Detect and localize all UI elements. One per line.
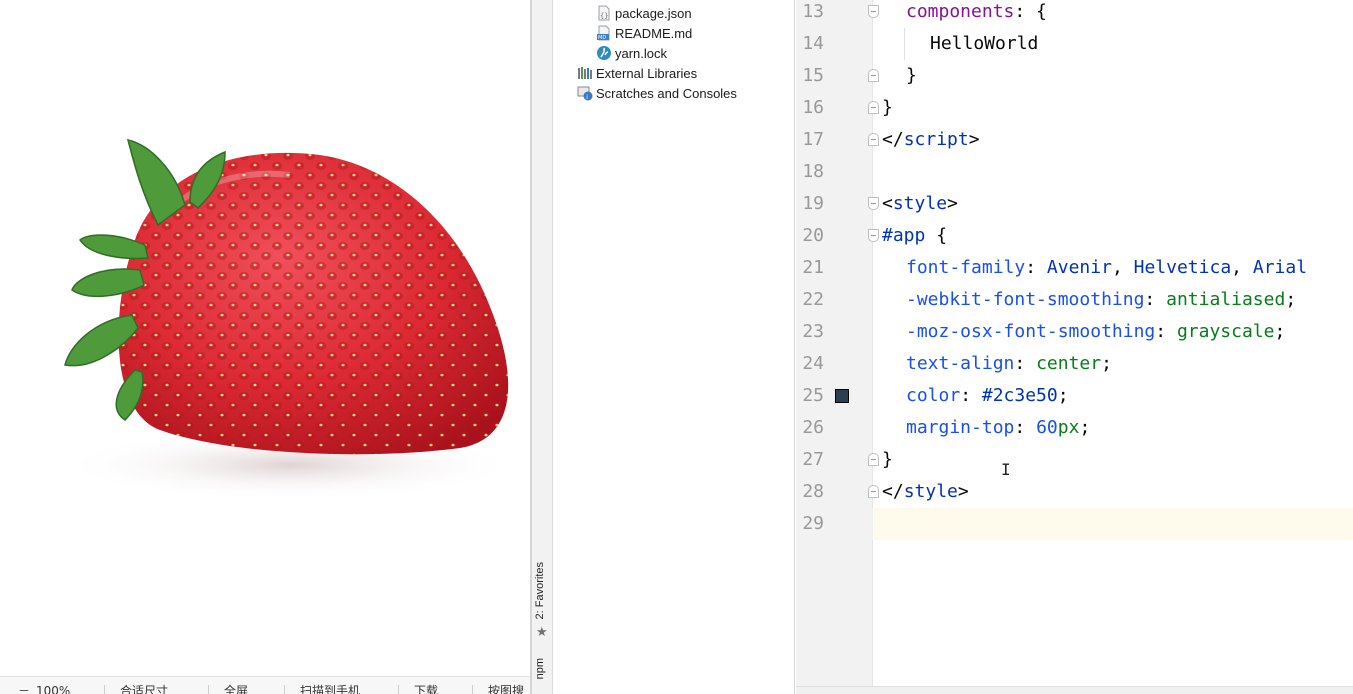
fullscreen-button[interactable]: 全屏: [224, 684, 248, 694]
favorites-tab[interactable]: 2: Favorites: [534, 562, 546, 619]
code-line-14: HelloWorld: [930, 33, 1039, 54]
color-swatch[interactable]: [835, 389, 849, 403]
code-line-22: -webkit-font-smoothing: antialiased;: [906, 289, 1297, 310]
tree-item-label: Scratches and Consoles: [596, 85, 737, 101]
line-number: 29: [802, 513, 824, 534]
line-number: 23: [802, 321, 824, 342]
tree-item-package-json[interactable]: {} package.json: [596, 3, 692, 23]
code-line-13: components: {: [906, 1, 1047, 22]
code-line-28: </style>: [882, 481, 969, 502]
line-number: 18: [802, 161, 824, 182]
tree-item-yarn-lock[interactable]: yarn.lock: [596, 43, 667, 63]
text-cursor-icon: I: [1001, 460, 1011, 479]
left-tool-stripe: 2: Favorites ★ npm: [532, 0, 553, 694]
star-icon[interactable]: ★: [536, 625, 548, 640]
code-line-17: </script>: [882, 129, 980, 150]
fit-size-button[interactable]: 合适尺寸: [120, 684, 168, 694]
tree-item-external-libraries[interactable]: External Libraries: [577, 63, 697, 83]
fold-marker-icon[interactable]: [868, 101, 879, 114]
fold-marker-icon[interactable]: [868, 197, 879, 210]
image-search-button[interactable]: 按图搜: [488, 684, 524, 694]
svg-text:MD: MD: [598, 35, 606, 41]
tree-item-label: package.json: [615, 5, 692, 21]
tree-item-readme[interactable]: MD README.md: [596, 23, 692, 43]
download-button[interactable]: 下载: [414, 684, 438, 694]
code-line-15: }: [906, 65, 917, 86]
strawberry-image: [60, 138, 520, 500]
code-line-20: #app {: [882, 225, 948, 246]
zoom-out-icon[interactable]: －: [18, 684, 30, 694]
line-gutter: 13 14 15 16 17 18 19 20 21 22 23 24 25 2…: [796, 0, 873, 686]
fold-marker-icon[interactable]: [868, 5, 879, 18]
code-line-27: }: [882, 449, 893, 470]
tree-item-label: README.md: [615, 25, 693, 41]
svg-text:{}: {}: [600, 12, 608, 20]
line-number: 19: [802, 193, 824, 214]
json-file-icon: {}: [596, 5, 612, 21]
code-editor[interactable]: 13 14 15 16 17 18 19 20 21 22 23 24 25 2…: [796, 0, 1353, 694]
line-number: 21: [802, 257, 824, 278]
current-line-highlight: [874, 508, 1353, 540]
zoom-level: 100%: [36, 684, 71, 694]
fold-marker-icon[interactable]: [868, 133, 879, 146]
line-number: 25: [802, 385, 824, 406]
code-line-19: <style>: [882, 193, 958, 214]
line-number: 24: [802, 353, 824, 374]
image-viewer: － 100% 合适尺寸 全屏 扫描到手机 下载 按图搜: [0, 0, 530, 694]
library-icon: [577, 65, 593, 81]
indent-guide: [904, 28, 905, 60]
npm-tab[interactable]: npm: [534, 658, 546, 679]
scratches-icon: i: [577, 85, 593, 101]
fold-marker-icon[interactable]: [868, 485, 879, 498]
tree-item-label: yarn.lock: [615, 45, 668, 61]
line-number: 22: [802, 289, 824, 310]
tree-item-scratches[interactable]: i Scratches and Consoles: [577, 83, 737, 103]
code-line-21: font-family: Avenir, Helvetica, Arial: [906, 257, 1308, 278]
code-line-26: margin-top: 60px;: [906, 417, 1091, 438]
viewer-toolbar: － 100% 合适尺寸 全屏 扫描到手机 下载 按图搜: [0, 676, 530, 694]
line-number: 17: [802, 129, 824, 150]
code-line-16: }: [882, 97, 893, 118]
line-number: 15: [802, 65, 824, 86]
project-tree: {} package.json MD README.md yarn.lock E…: [553, 0, 795, 694]
fold-marker-icon[interactable]: [868, 69, 879, 82]
line-number: 16: [802, 97, 824, 118]
line-number: 26: [802, 417, 824, 438]
horizontal-scrollbar[interactable]: [796, 686, 1353, 694]
fold-marker-icon[interactable]: [868, 453, 879, 466]
line-number: 27: [802, 449, 824, 470]
fold-marker-icon[interactable]: [868, 229, 879, 242]
code-line-23: -moz-osx-font-smoothing: grayscale;: [906, 321, 1286, 342]
line-number: 28: [802, 481, 824, 502]
line-number: 14: [802, 33, 824, 54]
line-number: 13: [802, 1, 824, 22]
markdown-file-icon: MD: [596, 25, 612, 41]
line-number: 20: [802, 225, 824, 246]
tree-item-label: External Libraries: [596, 65, 698, 81]
yarn-icon: [596, 45, 612, 61]
scan-to-phone-button[interactable]: 扫描到手机: [300, 684, 360, 694]
code-line-24: text-align: center;: [906, 353, 1112, 374]
code-line-25: color: #2c3e50;: [906, 385, 1069, 406]
